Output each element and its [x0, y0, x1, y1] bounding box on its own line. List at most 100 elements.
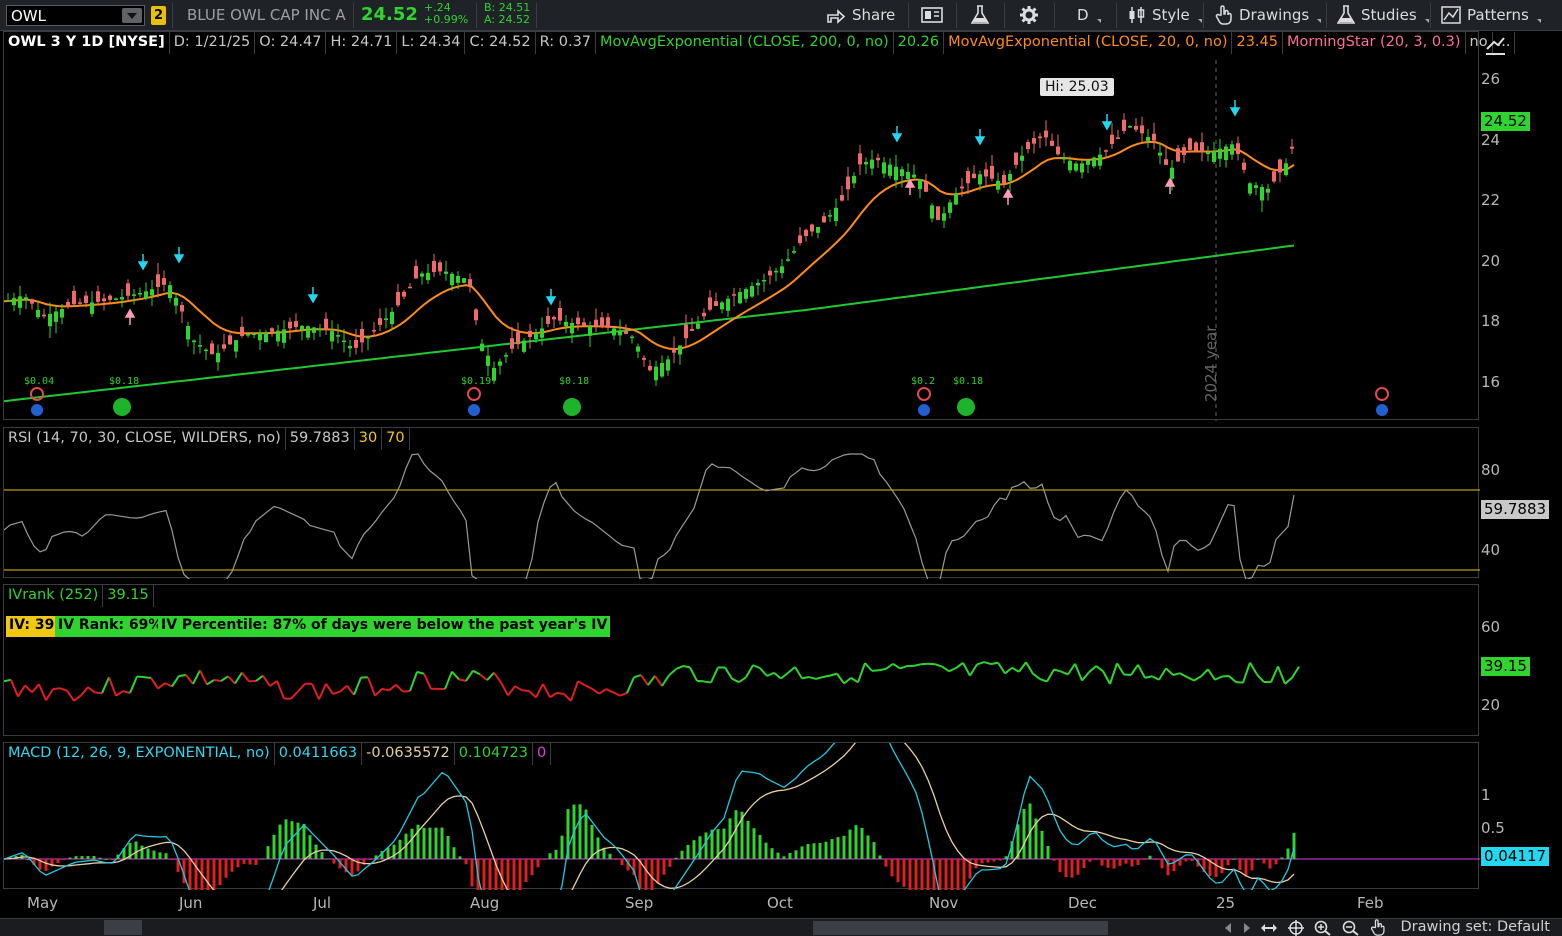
macd-panel[interactable]: MACD (12, 26, 9, EXPONENTIAL, no) 0.0411…: [3, 742, 1480, 890]
iv-rank-segment: [661, 674, 670, 687]
morningstar-label[interactable]: MorningStar (20, 3, 0.3): [1283, 32, 1466, 54]
time-axis[interactable]: May Jun Jul Aug Sep Oct Nov Dec 25 Feb: [0, 890, 1562, 918]
candle-body: [798, 235, 802, 244]
aggregation-selector[interactable]: D: [1077, 4, 1101, 26]
ema200-label[interactable]: MovAvgExponential (CLOSE, 200, 0, no): [596, 32, 894, 54]
iv-rank-segment: [1284, 677, 1293, 685]
dividend-label: $0.04: [24, 376, 54, 387]
candle-body: [396, 291, 400, 306]
iv-rank-segment: [1151, 675, 1160, 681]
macd-histogram-bar: [560, 835, 564, 859]
symbol-dropdown-button[interactable]: [122, 8, 142, 23]
style-menu-button[interactable]: Style: [1128, 4, 1202, 26]
iv-rank-segment: [500, 682, 509, 696]
link-group-badge[interactable]: 2: [151, 6, 166, 25]
iv-rank-segment: [885, 662, 894, 670]
price-chart[interactable]: 2024 year $0.04 $0.18 $0.19 $0.18 $0.2 $0.18: [4, 32, 1480, 421]
collapse-button[interactable]: [104, 920, 142, 935]
rsi-legend: RSI (14, 70, 30, CLOSE, WILDERS, no) 59.…: [4, 428, 410, 450]
studies-menu-button[interactable]: Studies: [1337, 4, 1429, 26]
iv-rank-segment: [241, 671, 250, 683]
iv-rank-segment: [836, 673, 845, 685]
iv-rank-segment: [738, 676, 747, 684]
price-panel[interactable]: 2024 year $0.04 $0.18 $0.19 $0.18 $0.2 $0.18 O…: [3, 31, 1516, 421]
macd-chart[interactable]: [4, 743, 1480, 890]
drawing-set-selector[interactable]: Drawing set: Default: [1400, 919, 1550, 935]
horizontal-scrollbar[interactable]: [813, 921, 1108, 935]
candle-body: [78, 302, 82, 304]
macd-histogram-bar: [488, 859, 492, 890]
iv-rank-chart[interactable]: [4, 585, 1480, 737]
macd-histogram-bar: [398, 839, 402, 859]
candle-body: [918, 179, 922, 190]
candle-body: [1200, 142, 1204, 152]
macd-histogram-bar: [206, 859, 210, 890]
macd-histogram-bar: [86, 856, 90, 859]
scroll-left-icon[interactable]: [1225, 923, 1231, 933]
chart-title[interactable]: OWL 3 Y 1D [NYSE]: [4, 32, 170, 54]
macd-histogram-bar: [698, 836, 702, 859]
candle-body: [72, 290, 76, 305]
candle-body: [654, 366, 658, 381]
rsi-panel[interactable]: RSI (14, 70, 30, CLOSE, WILDERS, no) 59.…: [3, 427, 1480, 579]
candle-body: [996, 180, 1000, 190]
iv-rank-segment: [1249, 662, 1258, 676]
iv-rank-segment: [1095, 665, 1104, 672]
macd-histogram-bar: [1052, 859, 1056, 861]
autoscale-icon[interactable]: [1484, 35, 1508, 57]
macd-histogram-bar: [1118, 859, 1122, 866]
share-button[interactable]: Share: [826, 4, 895, 26]
macd-histogram-bar: [104, 858, 108, 860]
thinkback-button[interactable]: [971, 4, 989, 26]
macd-histogram-bar: [1106, 859, 1110, 868]
legend-range: R: 0.37: [536, 32, 597, 54]
candle-body: [768, 270, 772, 276]
iv-rank-label[interactable]: IVrank (252): [4, 585, 104, 607]
macd-label[interactable]: MACD (12, 26, 9, EXPONENTIAL, no): [4, 743, 275, 765]
iv-axis[interactable]: 60 20 39.15: [1480, 584, 1562, 736]
zoom-out-icon[interactable]: [1342, 920, 1360, 936]
chart-settings-button[interactable]: [1019, 4, 1039, 26]
macd-histogram-bar: [74, 856, 78, 859]
macd-histogram-bar: [44, 859, 48, 871]
candle-body: [510, 338, 514, 349]
patterns-menu-button[interactable]: Patterns: [1441, 4, 1541, 26]
candle-body: [642, 357, 646, 360]
candle-body: [558, 307, 562, 321]
ema20-label[interactable]: MovAvgExponential (CLOSE, 20, 0, no): [944, 32, 1233, 54]
iv-rank-segment: [73, 694, 82, 702]
macd-histogram-bar: [332, 859, 336, 864]
iv-rank-segment: [1074, 663, 1083, 681]
hand-icon[interactable]: [1370, 919, 1386, 936]
iv-rank-segment: [297, 683, 306, 693]
flexible-grid-button[interactable]: [921, 4, 943, 26]
symbol-selector[interactable]: OWL: [6, 5, 145, 26]
macd-histogram-bar: [992, 859, 996, 862]
candle-body: [672, 348, 676, 353]
macd-histogram-bar: [1250, 859, 1254, 871]
candle-body: [594, 319, 598, 327]
symbol-input[interactable]: OWL: [11, 7, 46, 25]
macd-histogram-bar: [722, 828, 726, 859]
macd-histogram-bar: [788, 852, 792, 859]
drawings-menu-button[interactable]: Drawings: [1215, 4, 1322, 26]
macd-histogram-bar: [254, 859, 258, 865]
iv-rank-segment: [108, 676, 117, 697]
rsi-axis[interactable]: 80 40 59.7883: [1480, 427, 1562, 578]
crosshair-icon[interactable]: [1288, 920, 1304, 936]
iv-rank-panel[interactable]: IVrank (252) 39.15 IV: 39 IV Rank: 69% I…: [3, 584, 1479, 736]
macd-histogram-bar: [842, 835, 846, 859]
rsi-label[interactable]: RSI (14, 70, 30, CLOSE, WILDERS, no): [4, 428, 286, 450]
pan-icon[interactable]: [1260, 920, 1278, 936]
iv-rank-segment: [584, 684, 593, 690]
rsi-chart[interactable]: [4, 428, 1480, 579]
candle-body: [1140, 125, 1144, 134]
price-axis[interactable]: 26 24 22 20 18 16 24.52: [1480, 31, 1562, 420]
macd-histogram-bar: [320, 852, 324, 859]
zoom-in-icon[interactable]: [1314, 920, 1332, 936]
scroll-right-icon[interactable]: [1244, 923, 1250, 933]
macd-axis[interactable]: 1 0.5 0.04117: [1480, 742, 1562, 889]
macd-histogram-bar: [818, 842, 822, 859]
candle-body: [1104, 150, 1108, 152]
iv-rank-segment: [1214, 675, 1223, 681]
